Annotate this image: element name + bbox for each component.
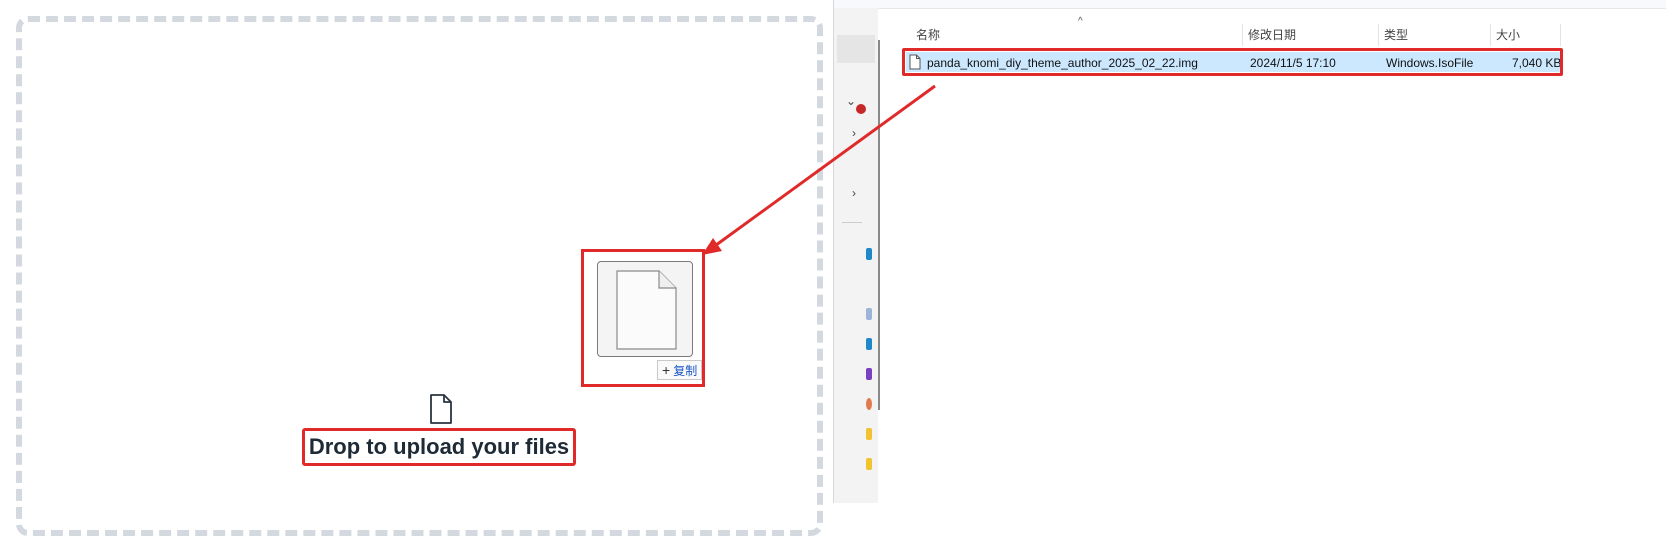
folder-icon[interactable] (866, 368, 872, 380)
selected-row-highlight (902, 48, 1563, 76)
chevron-right-icon[interactable]: › (852, 186, 856, 200)
folder-icon[interactable] (866, 308, 872, 320)
copy-badge: + 复制 (657, 360, 703, 380)
dragged-file-thumbnail (597, 261, 693, 357)
file-icon (430, 394, 452, 424)
folder-icon[interactable] (866, 428, 872, 440)
nav-selected-item[interactable] (837, 35, 875, 63)
column-type[interactable]: 类型 (1384, 26, 1408, 43)
folder-icon[interactable] (866, 338, 872, 350)
column-separator[interactable] (1490, 24, 1491, 46)
column-separator[interactable] (1378, 24, 1379, 46)
column-modified[interactable]: 修改日期 (1248, 26, 1296, 43)
folder-icon[interactable] (866, 458, 872, 470)
plus-icon: + (662, 362, 671, 378)
column-name[interactable]: 名称 (916, 26, 940, 43)
column-header: ^ 名称 修改日期 类型 大小 (902, 16, 1666, 46)
dragged-file-ghost: + 复制 (581, 249, 705, 387)
chevron-down-icon[interactable]: ⌄ (846, 94, 856, 108)
navigation-pane[interactable]: ⌄ › › (834, 8, 878, 503)
folder-icon[interactable] (866, 398, 872, 410)
column-separator[interactable] (1242, 24, 1243, 46)
nav-scrollbar[interactable] (878, 40, 880, 410)
error-icon (856, 104, 866, 114)
chevron-right-icon[interactable]: › (852, 126, 856, 140)
copy-badge-label: 复制 (673, 363, 698, 378)
document-icon (616, 270, 677, 350)
folder-icon[interactable] (866, 248, 872, 260)
column-size[interactable]: 大小 (1496, 26, 1520, 43)
nav-divider (842, 222, 862, 223)
column-separator[interactable] (1560, 24, 1561, 46)
explorer-toolbar (834, 0, 1666, 9)
sort-caret-icon[interactable]: ^ (1078, 16, 1083, 27)
drop-label-highlight: Drop to upload your files (302, 428, 576, 466)
drop-label: Drop to upload your files (308, 434, 570, 459)
